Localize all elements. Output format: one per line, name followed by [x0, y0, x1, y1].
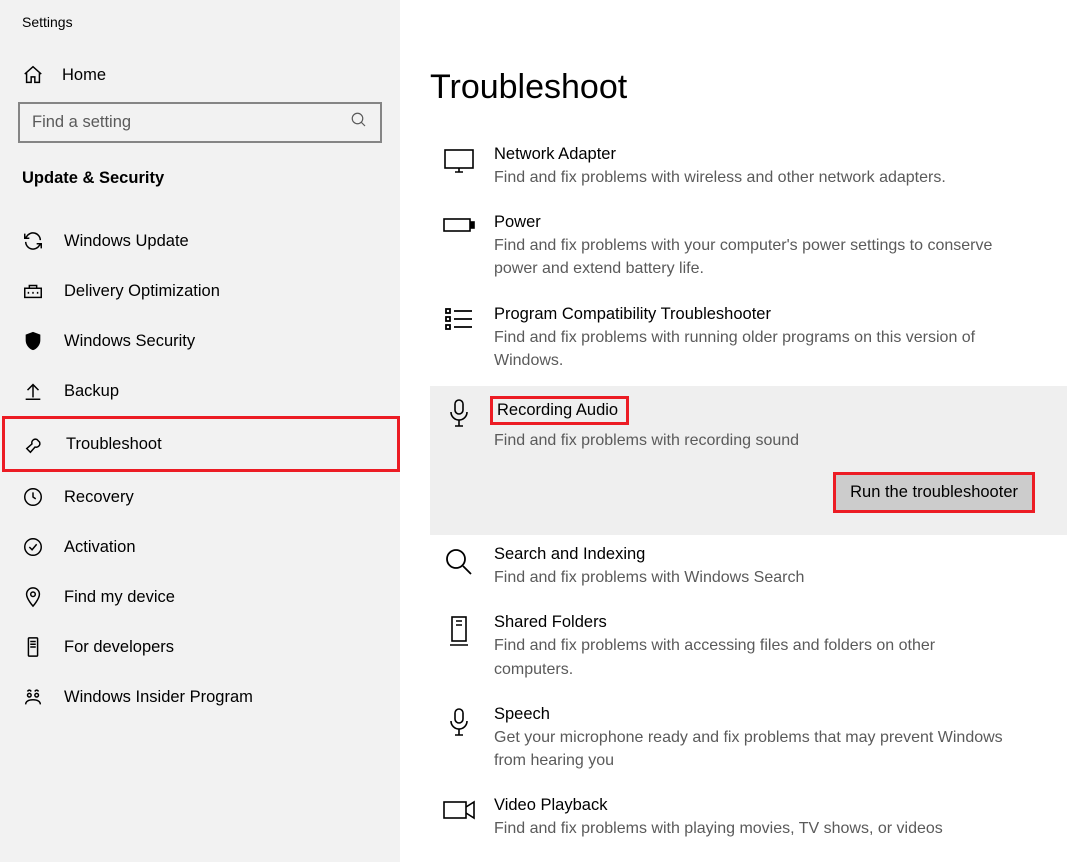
- sidebar-item-backup[interactable]: Backup: [0, 366, 400, 416]
- sidebar-item-label: Windows Update: [64, 232, 189, 251]
- ts-title: Program Compatibility Troubleshooter: [494, 305, 1017, 324]
- ts-desc: Find and fix problems with playing movie…: [494, 817, 1017, 840]
- sidebar: Settings Home Update & Security Windows …: [0, 0, 400, 862]
- ts-item-search-indexing[interactable]: Search and Indexing Find and fix problem…: [430, 535, 1067, 603]
- ts-title: Shared Folders: [494, 613, 1017, 632]
- sidebar-item-label: Delivery Optimization: [64, 282, 220, 301]
- delivery-icon: [22, 280, 44, 302]
- ts-title: Recording Audio: [490, 396, 629, 425]
- monitor-icon: [442, 145, 476, 177]
- ts-desc: Find and fix problems with accessing fil…: [494, 634, 1017, 680]
- ts-item-shared-folders[interactable]: Shared Folders Find and fix problems wit…: [430, 603, 1067, 694]
- sidebar-item-windows-security[interactable]: Windows Security: [0, 316, 400, 366]
- ts-desc: Get your microphone ready and fix proble…: [494, 726, 1017, 772]
- sidebar-item-label: Recovery: [64, 488, 134, 507]
- sidebar-home[interactable]: Home: [0, 54, 400, 102]
- ts-item-power[interactable]: Power Find and fix problems with your co…: [430, 203, 1067, 294]
- list-icon: [442, 305, 476, 333]
- sidebar-item-activation[interactable]: Activation: [0, 522, 400, 572]
- home-label: Home: [62, 66, 106, 85]
- section-header: Update & Security: [0, 169, 400, 216]
- sidebar-item-label: Windows Security: [64, 332, 195, 351]
- ts-title: Video Playback: [494, 796, 1017, 815]
- location-icon: [22, 586, 44, 608]
- backup-icon: [22, 380, 44, 402]
- app-title: Settings: [0, 12, 400, 54]
- sync-icon: [22, 230, 44, 252]
- sidebar-item-windows-update[interactable]: Windows Update: [0, 216, 400, 266]
- sidebar-item-troubleshoot[interactable]: Troubleshoot: [2, 416, 400, 472]
- search-input[interactable]: [32, 113, 350, 132]
- developers-icon: [22, 636, 44, 658]
- sidebar-item-label: Activation: [64, 538, 136, 557]
- page-title: Troubleshoot: [430, 68, 1067, 107]
- sidebar-item-for-developers[interactable]: For developers: [0, 622, 400, 672]
- sidebar-item-label: Troubleshoot: [66, 435, 162, 454]
- ts-item-speech[interactable]: Speech Get your microphone ready and fix…: [430, 695, 1067, 786]
- microphone-icon: [442, 396, 476, 430]
- sidebar-item-recovery[interactable]: Recovery: [0, 472, 400, 522]
- main-content: Troubleshoot Network Adapter Find and fi…: [400, 0, 1067, 862]
- magnifier-icon: [442, 545, 476, 577]
- ts-title: Search and Indexing: [494, 545, 1017, 564]
- ts-desc: Find and fix problems with Windows Searc…: [494, 566, 1017, 589]
- ts-item-recording-audio[interactable]: Recording Audio Find and fix problems wi…: [430, 386, 1067, 535]
- ts-title: Network Adapter: [494, 145, 1017, 164]
- wrench-icon: [24, 433, 46, 455]
- ts-desc: Find and fix problems with recording sou…: [494, 429, 1035, 452]
- ts-desc: Find and fix problems with your computer…: [494, 234, 1017, 280]
- ts-title: Speech: [494, 705, 1017, 724]
- device-icon: [442, 613, 476, 649]
- sidebar-item-label: For developers: [64, 638, 174, 657]
- sidebar-item-label: Backup: [64, 382, 119, 401]
- sidebar-item-find-my-device[interactable]: Find my device: [0, 572, 400, 622]
- sidebar-item-label: Find my device: [64, 588, 175, 607]
- battery-icon: [442, 213, 476, 235]
- sidebar-item-delivery-optimization[interactable]: Delivery Optimization: [0, 266, 400, 316]
- search-input-container[interactable]: [18, 102, 382, 143]
- home-icon: [22, 64, 44, 86]
- ts-item-program-compatibility[interactable]: Program Compatibility Troubleshooter Fin…: [430, 295, 1067, 386]
- shield-icon: [22, 330, 44, 352]
- microphone-icon: [442, 705, 476, 739]
- ts-item-network-adapter[interactable]: Network Adapter Find and fix problems wi…: [430, 135, 1067, 203]
- run-troubleshooter-button[interactable]: Run the troubleshooter: [833, 472, 1035, 513]
- ts-title: Power: [494, 213, 1017, 232]
- recovery-icon: [22, 486, 44, 508]
- troubleshoot-list: Network Adapter Find and fix problems wi…: [430, 135, 1067, 854]
- activation-icon: [22, 536, 44, 558]
- sidebar-item-label: Windows Insider Program: [64, 688, 253, 707]
- insider-icon: [22, 686, 44, 708]
- sidebar-item-insider-program[interactable]: Windows Insider Program: [0, 672, 400, 722]
- ts-desc: Find and fix problems with wireless and …: [494, 166, 1017, 189]
- video-icon: [442, 796, 476, 822]
- search-icon: [350, 111, 368, 134]
- ts-item-video-playback[interactable]: Video Playback Find and fix problems wit…: [430, 786, 1067, 854]
- ts-desc: Find and fix problems with running older…: [494, 326, 1017, 372]
